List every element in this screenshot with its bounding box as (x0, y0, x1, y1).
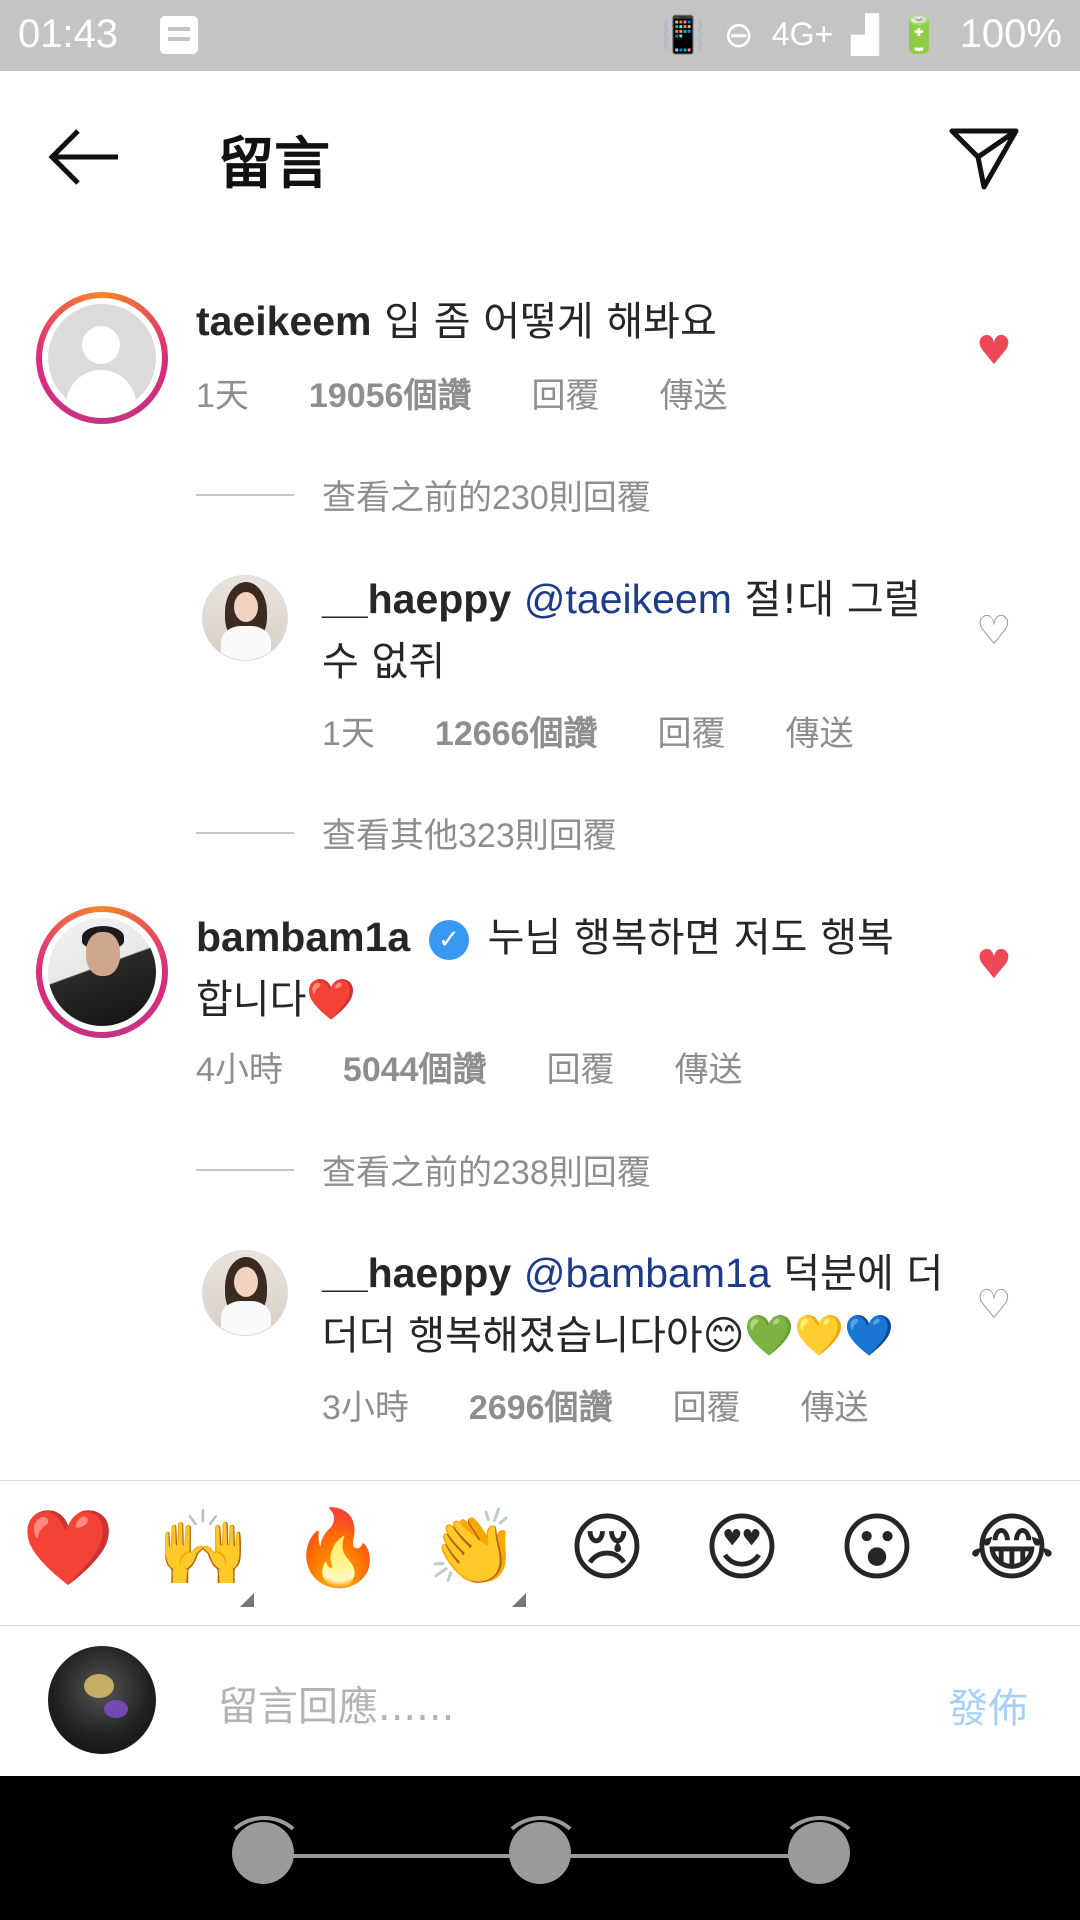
comment-meta: 4小時 5044個讚 回覆 傳送 (196, 1042, 803, 1091)
avatar-taeikeem[interactable] (36, 292, 168, 424)
heart-filled-icon[interactable]: ♥ (976, 328, 1018, 374)
view-replies-label[interactable]: 查看其他323則回覆 (322, 808, 617, 857)
signal-icon: ▟ (851, 13, 879, 55)
comment-likes[interactable]: 19056個讚 (309, 368, 472, 417)
nav-back-button[interactable] (222, 1816, 306, 1884)
current-user-avatar (48, 1646, 156, 1754)
reply-time: 3小時 (322, 1389, 409, 1427)
skin-tone-indicator-icon (512, 1593, 526, 1607)
emoji-heart[interactable]: ❤️ (22, 1503, 114, 1593)
notification-icon (160, 16, 198, 54)
comment-body-line1: 누님 행복하면 저도 행복 (487, 915, 894, 961)
reply-username[interactable]: __haeppy (322, 1250, 511, 1296)
header: 留言 (0, 71, 1080, 241)
emoji-quick-bar: ❤️ 🙌 🔥 👏 😢 😍 😮 😂 (0, 1480, 1080, 1626)
comment-time: 1天 (196, 377, 249, 415)
nav-home-button[interactable] (499, 1816, 583, 1884)
reply-time: 1天 (322, 715, 375, 753)
reply-button[interactable]: 回覆 (547, 1042, 615, 1091)
comment-input-area: 留言回應...... 發佈 (0, 1626, 1080, 1776)
heart-filled-icon[interactable]: ♥ (976, 942, 1018, 988)
view-replies-label[interactable]: 查看之前的238則回覆 (322, 1145, 651, 1194)
emoji-laughing[interactable]: 😂 (967, 1503, 1057, 1593)
comment-text: taeikeem 입 좀 어떻게 해봐요 (196, 290, 976, 353)
reply-body-line1: 덕분에 더 (783, 1251, 944, 1297)
comment-meta: 1天 19056個讚 回覆 傳送 (196, 368, 787, 417)
nav-recents-button[interactable] (778, 1816, 862, 1884)
emoji-heart-eyes[interactable]: 😍 (697, 1503, 787, 1593)
page-title: 留言 (218, 132, 330, 197)
divider (196, 493, 294, 496)
emoji-raised-hands[interactable]: 🙌 (157, 1503, 249, 1593)
do-not-disturb-icon: ⊖ (723, 13, 754, 55)
reply-mention[interactable]: @taeikeem (524, 576, 732, 622)
comment-likes[interactable]: 5044個讚 (343, 1042, 487, 1091)
comment-body: 입 좀 어떻게 해봐요 (384, 299, 717, 345)
comment-time: 4小時 (196, 1051, 283, 1089)
reply-likes[interactable]: 12666個讚 (435, 706, 598, 755)
skin-tone-indicator-icon (240, 1593, 254, 1607)
back-arrow-icon[interactable] (48, 127, 120, 187)
emoji-crying[interactable]: 😢 (562, 1503, 652, 1593)
reply-username[interactable]: __haeppy (322, 576, 511, 622)
comment-body-line2: 합니다❤️ (196, 977, 357, 1023)
reply-text: __haeppy @bambam1a 덕분에 더 더더 행복해졌습니다아😊💚💛💙 (322, 1242, 962, 1367)
emoji-clap[interactable]: 👏 (427, 1503, 519, 1593)
view-previous-replies[interactable]: 查看之前的238則回覆 (196, 1145, 651, 1194)
network-type: 4G+ (771, 16, 834, 52)
status-time: 01:43 (18, 12, 119, 56)
view-previous-replies[interactable]: 查看之前的230則回覆 (196, 470, 651, 519)
avatar-haeppy[interactable] (202, 1250, 288, 1336)
reply-button[interactable]: 回覆 (673, 1380, 741, 1429)
view-more-replies[interactable]: 查看其他323則回覆 (196, 808, 617, 857)
divider (196, 1168, 294, 1171)
reply-body-line1: 절!대 그럴 (744, 577, 921, 623)
vibrate-icon: 📳 (660, 13, 706, 55)
battery-level: 100% (959, 12, 1062, 56)
emoji-surprised[interactable]: 😮 (832, 1503, 922, 1593)
heart-outline-icon[interactable]: ♡ (976, 1282, 1018, 1328)
reply-meta: 1天 12666個讚 回覆 傳送 (322, 706, 913, 755)
post-button[interactable]: 發佈 (948, 1676, 1028, 1734)
reply-mention[interactable]: @bambam1a (524, 1250, 771, 1296)
direct-send-icon[interactable] (948, 121, 1020, 193)
divider (196, 831, 294, 834)
system-nav-bar (0, 1776, 1080, 1920)
status-right: 📳 ⊖ 4G+ ▟ 🔋 100% (661, 12, 1062, 57)
emoji-fire[interactable]: 🔥 (292, 1503, 384, 1593)
avatar-bambam1a[interactable] (36, 906, 168, 1038)
reply-button[interactable]: 回覆 (531, 368, 599, 417)
comment-username[interactable]: taeikeem (196, 298, 372, 344)
reply-body-line2: 수 없쥐 (322, 639, 446, 685)
send-button[interactable]: 傳送 (801, 1380, 869, 1429)
verified-badge-icon: ✓ (428, 920, 469, 960)
heart-outline-icon[interactable]: ♡ (976, 608, 1018, 654)
comment-input[interactable]: 留言回應...... (218, 1674, 454, 1732)
reply-meta: 3小時 2696個讚 回覆 傳送 (322, 1380, 929, 1429)
send-button[interactable]: 傳送 (659, 368, 727, 417)
status-bar: 01:43 📳 ⊖ 4G+ ▟ 🔋 100% (0, 0, 1080, 71)
reply-button[interactable]: 回覆 (657, 706, 725, 755)
reply-body-line2: 더더 행복해졌습니다아😊💚💛💙 (322, 1313, 894, 1359)
send-button[interactable]: 傳送 (785, 706, 853, 755)
comment-text: bambam1a ✓ 누님 행복하면 저도 행복 합니다❤️ (196, 906, 956, 1031)
comment-username[interactable]: bambam1a (196, 914, 410, 960)
battery-icon: 🔋 (896, 13, 942, 55)
view-replies-label[interactable]: 查看之前的230則回覆 (322, 470, 651, 519)
avatar-haeppy[interactable] (202, 575, 288, 661)
send-button[interactable]: 傳送 (675, 1042, 743, 1091)
reply-text: __haeppy @taeikeem 절!대 그럴 수 없쥐 (322, 568, 942, 693)
reply-likes[interactable]: 2696個讚 (469, 1380, 613, 1429)
